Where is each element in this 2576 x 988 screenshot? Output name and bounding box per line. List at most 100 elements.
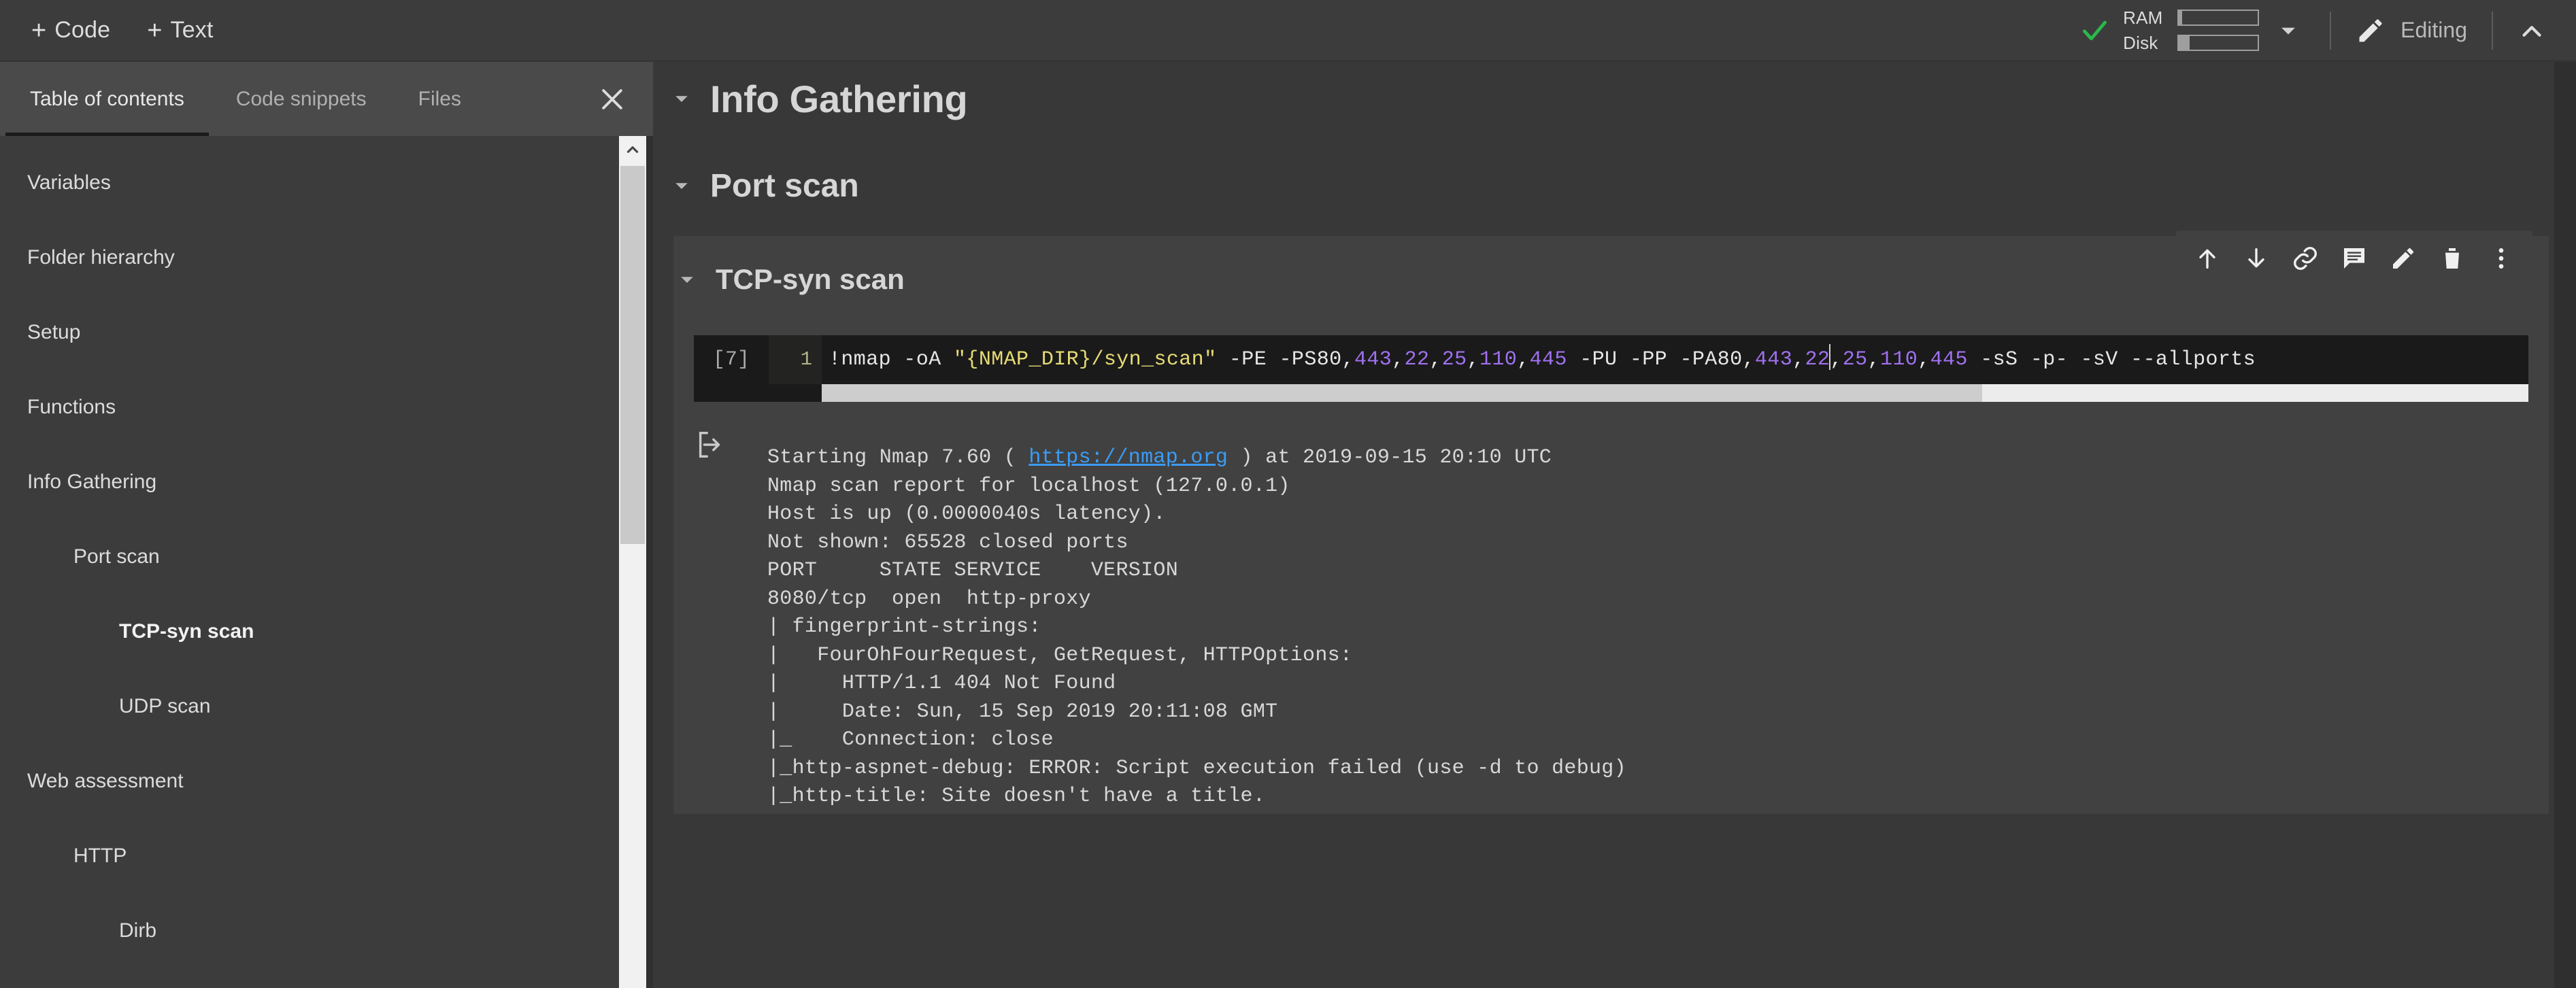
sidebar-scrollbar-thumb[interactable] (620, 166, 645, 544)
toc-item-dirb[interactable]: Dirb (0, 893, 653, 968)
output-line: |_http-aspnet-debug: ERROR: Script execu… (767, 756, 1626, 780)
disk-meter-row: Disk (2123, 33, 2260, 54)
resource-status[interactable]: RAM Disk (2079, 7, 2304, 54)
code-token: -PE -PS80 (1216, 348, 1342, 371)
close-icon[interactable] (590, 78, 634, 121)
output-text: Starting Nmap 7.60 ( https://nmap.org ) … (748, 425, 2549, 811)
nmap-org-link[interactable]: https://nmap.org (1028, 446, 1228, 469)
code-token: 110 (1479, 348, 1518, 371)
sidebar-right-edge (646, 136, 653, 988)
code-token: 110 (1879, 348, 1918, 371)
notebook-main-area: Info Gathering Port scan TCP-syn scan [7… (653, 62, 2576, 988)
editing-label: Editing (2401, 18, 2467, 42)
caret-down-icon[interactable] (668, 175, 695, 196)
plus-icon: + (31, 16, 47, 45)
output-line: |_ Connection: close (767, 728, 1054, 751)
toc-item-info-gathering[interactable]: Info Gathering (0, 445, 653, 519)
code-token: "{NMAP_DIR}/syn_scan" (954, 348, 1217, 371)
add-code-cell-label: Code (54, 17, 111, 43)
output-line: |_http-title: Site doesn't have a title. (767, 785, 1266, 808)
resource-meters: RAM Disk (2123, 7, 2260, 54)
cell-output: Starting Nmap 7.60 ( https://nmap.org ) … (673, 425, 2549, 811)
code-token: , (1467, 348, 1479, 371)
section-title: Port scan (710, 167, 859, 204)
code-token: -PU -PP -PA80 (1567, 348, 1743, 371)
tab-table-of-contents[interactable]: Table of contents (5, 62, 209, 136)
line-number-gutter: 1 (769, 335, 822, 384)
toc-item-tcp-syn-scan[interactable]: TCP-syn scan (0, 594, 653, 669)
code-token: , (1867, 348, 1880, 371)
top-toolbar: + Code + Text RAM Disk Editing (0, 0, 2576, 61)
toc-item-web-assessment[interactable]: Web assessment (0, 744, 653, 819)
edit-cell-button[interactable] (2379, 236, 2428, 281)
code-token: , (1341, 348, 1354, 371)
move-cell-up-button[interactable] (2183, 236, 2232, 281)
toolbar-divider (2330, 11, 2332, 50)
toc-item-http[interactable]: HTTP (0, 819, 653, 893)
more-options-button[interactable] (2477, 236, 2526, 281)
toc-item-udp-scan[interactable]: UDP scan (0, 669, 653, 744)
toc-item-folder-hierarchy[interactable]: Folder hierarchy (0, 220, 653, 295)
tab-code-snippets[interactable]: Code snippets (231, 62, 372, 136)
output-line: PORT STATE SERVICE VERSION (767, 559, 1178, 582)
output-line: | HTTP/1.1 404 Not Found (767, 672, 1116, 695)
toc-item-setup[interactable]: Setup (0, 295, 653, 370)
execution-count[interactable]: [7] (694, 335, 769, 384)
output-text-segment: ) at 2019-09-15 20:10 UTC (1228, 446, 1552, 469)
caret-down-icon[interactable] (673, 269, 701, 290)
code-token: , (1429, 348, 1442, 371)
toc-item-port-scan[interactable]: Port scan (0, 519, 653, 594)
table-of-contents-list: Variables Folder hierarchy Setup Functio… (0, 136, 653, 968)
output-line: Nmap scan report for localhost (127.0.0.… (767, 474, 1290, 498)
ram-label: RAM (2123, 7, 2163, 28)
caret-down-icon[interactable] (2277, 19, 2300, 42)
move-cell-down-button[interactable] (2232, 236, 2281, 281)
code-token: !nmap -oA (829, 348, 954, 371)
heading-port-scan[interactable]: Port scan (653, 135, 2576, 236)
output-arrow-icon (673, 425, 748, 460)
green-check-icon (2079, 16, 2109, 46)
selected-cell-block[interactable]: TCP-syn scan [7] 1 !nmap -oA "{NMAP_DIR}… (673, 231, 2549, 814)
output-line: Not shown: 65528 closed ports (767, 530, 1128, 554)
code-token: , (1792, 348, 1805, 371)
scrollbar-up-chevron-icon[interactable] (619, 136, 646, 163)
tab-files[interactable]: Files (413, 62, 467, 136)
code-token: 22 (1404, 348, 1430, 371)
code-token: , (1830, 348, 1843, 371)
page-title: Info Gathering (710, 77, 968, 120)
add-text-cell-label: Text (170, 17, 214, 43)
pencil-icon (2356, 16, 2386, 46)
code-cell[interactable]: [7] 1 !nmap -oA "{NMAP_DIR}/syn_scan" -P… (694, 335, 2528, 402)
output-line: Host is up (0.0000040s latency). (767, 502, 1166, 526)
chevron-up-icon[interactable] (2516, 15, 2547, 46)
output-line: | fingerprint-strings: (767, 615, 1054, 638)
heading-info-gathering[interactable]: Info Gathering (653, 62, 2576, 135)
caret-down-icon[interactable] (668, 88, 695, 109)
main-right-edge (2554, 62, 2576, 988)
code-scrollbar-thumb[interactable] (822, 384, 1983, 402)
link-to-cell-button[interactable] (2281, 236, 2330, 281)
sidebar-scrollbar[interactable] (619, 136, 646, 988)
code-editor-line[interactable]: !nmap -oA "{NMAP_DIR}/syn_scan" -PE -PS8… (822, 335, 2528, 384)
output-text-segment: Starting Nmap 7.60 ( (767, 446, 1029, 469)
add-text-cell-button[interactable]: + Text (140, 10, 220, 51)
code-token: 25 (1441, 348, 1467, 371)
sidebar-body: Variables Folder hierarchy Setup Functio… (0, 136, 653, 988)
sidebar-panel: Table of contents Code snippets Files Va… (0, 62, 653, 988)
editing-mode-button[interactable]: Editing (2352, 16, 2471, 46)
code-token: 22 (1805, 348, 1830, 371)
delete-cell-button[interactable] (2428, 236, 2477, 281)
disk-bar (2177, 35, 2260, 51)
sidebar-tabs: Table of contents Code snippets Files (0, 62, 653, 136)
ram-bar (2177, 10, 2260, 26)
output-line: | FourOhFourRequest, GetRequest, HTTPOpt… (767, 643, 1365, 667)
cell-toolbar (2176, 231, 2532, 286)
output-line: | Date: Sun, 15 Sep 2019 20:11:08 GMT (767, 700, 1278, 723)
add-code-cell-button[interactable]: + Code (24, 10, 117, 51)
toc-item-functions[interactable]: Functions (0, 370, 653, 445)
toc-item-variables[interactable]: Variables (0, 146, 653, 220)
code-token: , (1517, 348, 1530, 371)
add-comment-button[interactable] (2330, 236, 2379, 281)
code-horizontal-scrollbar[interactable] (822, 384, 2528, 402)
code-token: 445 (1930, 348, 1968, 371)
